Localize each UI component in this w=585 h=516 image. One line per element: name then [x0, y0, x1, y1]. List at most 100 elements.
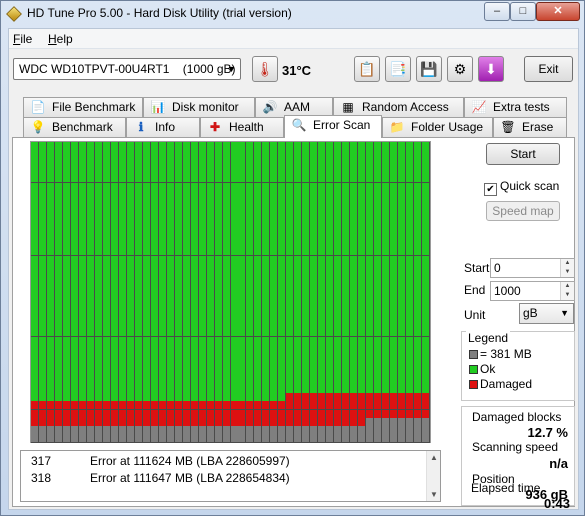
minimize-button[interactable]: –	[484, 2, 510, 21]
save-icon[interactable]: 💾	[416, 56, 442, 82]
end-input-value: 1000	[494, 284, 521, 298]
block-cell-unscanned	[86, 433, 95, 443]
log-scrollbar[interactable]: ▲ ▼	[426, 451, 440, 501]
tab-label: Info	[155, 120, 176, 134]
log-row: 318 Error at 111647 MB (LBA 228654834)	[21, 471, 426, 487]
temperature-readout: 31°C	[282, 63, 312, 78]
tab-random-access[interactable]: ▦ Random Access	[333, 97, 464, 117]
tab-extra-tests[interactable]: 📈 Extra tests	[464, 97, 567, 117]
block-cell-unscanned	[302, 433, 311, 443]
block-cell-unscanned	[110, 433, 119, 443]
block-cell-unscanned	[142, 433, 151, 443]
log-message: Error at 111647 MB (LBA 228654834)	[90, 471, 290, 485]
unit-label: Unit	[464, 308, 486, 322]
tab-info[interactable]: ℹ Info	[126, 117, 200, 137]
tab-error-scan[interactable]: 🔍 Error Scan	[284, 115, 382, 138]
block-cell-unscanned	[398, 433, 407, 443]
speed-map-button[interactable]: Speed map	[486, 201, 560, 221]
legend-title: Legend	[466, 331, 511, 345]
block-cell-unscanned	[422, 433, 431, 443]
start-input[interactable]: 0 ▲ ▼	[490, 258, 575, 278]
toolbar: WDC WD10TPVT-00U4RT1 (1000 gB) ▼ 🌡 31°C …	[9, 50, 578, 92]
unit-select[interactable]: gB ▼	[519, 303, 574, 324]
block-cell-unscanned	[94, 433, 103, 443]
block-cell-unscanned	[286, 433, 295, 443]
start-label: Start	[464, 261, 490, 275]
download-icon[interactable]: ⬇	[478, 56, 504, 82]
block-cell-unscanned	[366, 433, 375, 443]
tab-benchmark[interactable]: 💡 Benchmark	[23, 117, 126, 137]
folder-icon: 📁	[389, 120, 405, 134]
tab-label: Folder Usage	[411, 120, 484, 134]
tab-label: Extra tests	[493, 100, 550, 114]
elapsed-time-label: Elapsed time	[471, 481, 541, 495]
thermometer-icon: 🌡	[252, 56, 278, 82]
tab-disk-monitor[interactable]: 📊 Disk monitor	[143, 97, 255, 117]
tab-folder-usage[interactable]: 📁 Folder Usage	[382, 117, 493, 137]
elapsed-time-value: 0:43	[543, 496, 570, 511]
block-cell-unscanned	[230, 433, 239, 443]
block-cell-unscanned	[406, 433, 415, 443]
block-cell-unscanned	[198, 433, 207, 443]
legend: Legend = 381 MB Ok Damaged	[461, 331, 575, 401]
menu-file-label: ile	[20, 32, 33, 46]
menu-file[interactable]: File	[13, 32, 32, 46]
legend-label: Damaged	[480, 377, 533, 391]
tab-aam[interactable]: 🔊 AAM	[255, 97, 333, 117]
block-cell-unscanned	[278, 433, 287, 443]
block-cell-unscanned	[254, 433, 263, 443]
client-area: File Help WDC WD10TPVT-00U4RT1 (1000 gB)…	[8, 28, 579, 511]
speaker-icon: 🔊	[262, 100, 278, 114]
spinner-arrows-icon[interactable]: ▲ ▼	[560, 259, 574, 277]
tab-row-bottom: 💡 Benchmark ℹ Info ✚ Health 🔍 Error Scan 📁 Fo…	[9, 115, 578, 138]
menu-help[interactable]: Help	[48, 32, 73, 46]
copy-screenshot-icon[interactable]: 📑	[385, 56, 411, 82]
block-cell-unscanned	[358, 433, 367, 443]
block-map	[30, 141, 431, 443]
block-cell-unscanned	[126, 433, 135, 443]
maximize-button[interactable]: □	[510, 2, 536, 21]
block-cell-unscanned	[158, 433, 167, 443]
settings-icon[interactable]: ⚙	[447, 56, 473, 82]
legend-item: Damaged	[469, 377, 532, 391]
exit-button[interactable]: Exit	[524, 56, 573, 82]
tab-label: Health	[229, 120, 264, 134]
error-log[interactable]: 317 Error at 111624 MB (LBA 228605997) 3…	[20, 450, 441, 502]
close-button[interactable]: ✕	[536, 2, 580, 21]
menu-help-accel: H	[48, 32, 57, 46]
block-map-grid	[31, 142, 431, 443]
end-input[interactable]: 1000 ▲ ▼	[490, 281, 575, 301]
spinner-arrows-icon[interactable]: ▲ ▼	[560, 282, 574, 300]
legend-item: Ok	[469, 362, 495, 376]
damaged-blocks-label: Damaged blocks	[472, 410, 562, 424]
title-bar[interactable]: HD Tune Pro 5.00 - Hard Disk Utility (tr…	[1, 1, 584, 27]
block-cell-unscanned	[118, 433, 127, 443]
tab-file-benchmark[interactable]: 📄 File Benchmark	[23, 97, 143, 117]
trash-icon: 🗑	[500, 120, 516, 134]
legend-label: = 381 MB	[480, 347, 532, 361]
block-cell-unscanned	[334, 433, 343, 443]
tab-health[interactable]: ✚ Health	[200, 117, 284, 137]
block-cell-unscanned	[62, 433, 71, 443]
tab-label: Erase	[522, 120, 554, 134]
block-cell-unscanned	[414, 433, 423, 443]
start-button[interactable]: Start	[486, 143, 560, 165]
menu-bar: File Help	[9, 29, 578, 49]
drive-select[interactable]: WDC WD10TPVT-00U4RT1 (1000 gB) ▼	[13, 58, 241, 80]
block-cell-unscanned	[31, 433, 39, 443]
chevron-down-icon: ▼	[227, 64, 236, 74]
tab-label: Benchmark	[52, 120, 113, 134]
copy-text-icon[interactable]: 📋	[354, 56, 380, 82]
block-cell-unscanned	[190, 433, 199, 443]
checkmark-icon: ✔	[484, 183, 497, 196]
block-cell-unscanned	[102, 433, 111, 443]
scroll-down-icon[interactable]: ▼	[430, 490, 438, 499]
block-cell-unscanned	[166, 433, 175, 443]
tab-erase[interactable]: 🗑 Erase	[493, 117, 567, 137]
quick-scan-checkbox[interactable]: ✔ Quick scan	[484, 179, 559, 196]
scroll-up-icon[interactable]: ▲	[430, 453, 438, 462]
block-cell-unscanned	[46, 433, 55, 443]
log-row: 317 Error at 111624 MB (LBA 228605997)	[21, 454, 426, 470]
legend-swatch	[469, 365, 478, 374]
tab-row-top: 📄 File Benchmark 📊 Disk monitor 🔊 AAM ▦ Rand…	[9, 97, 578, 117]
